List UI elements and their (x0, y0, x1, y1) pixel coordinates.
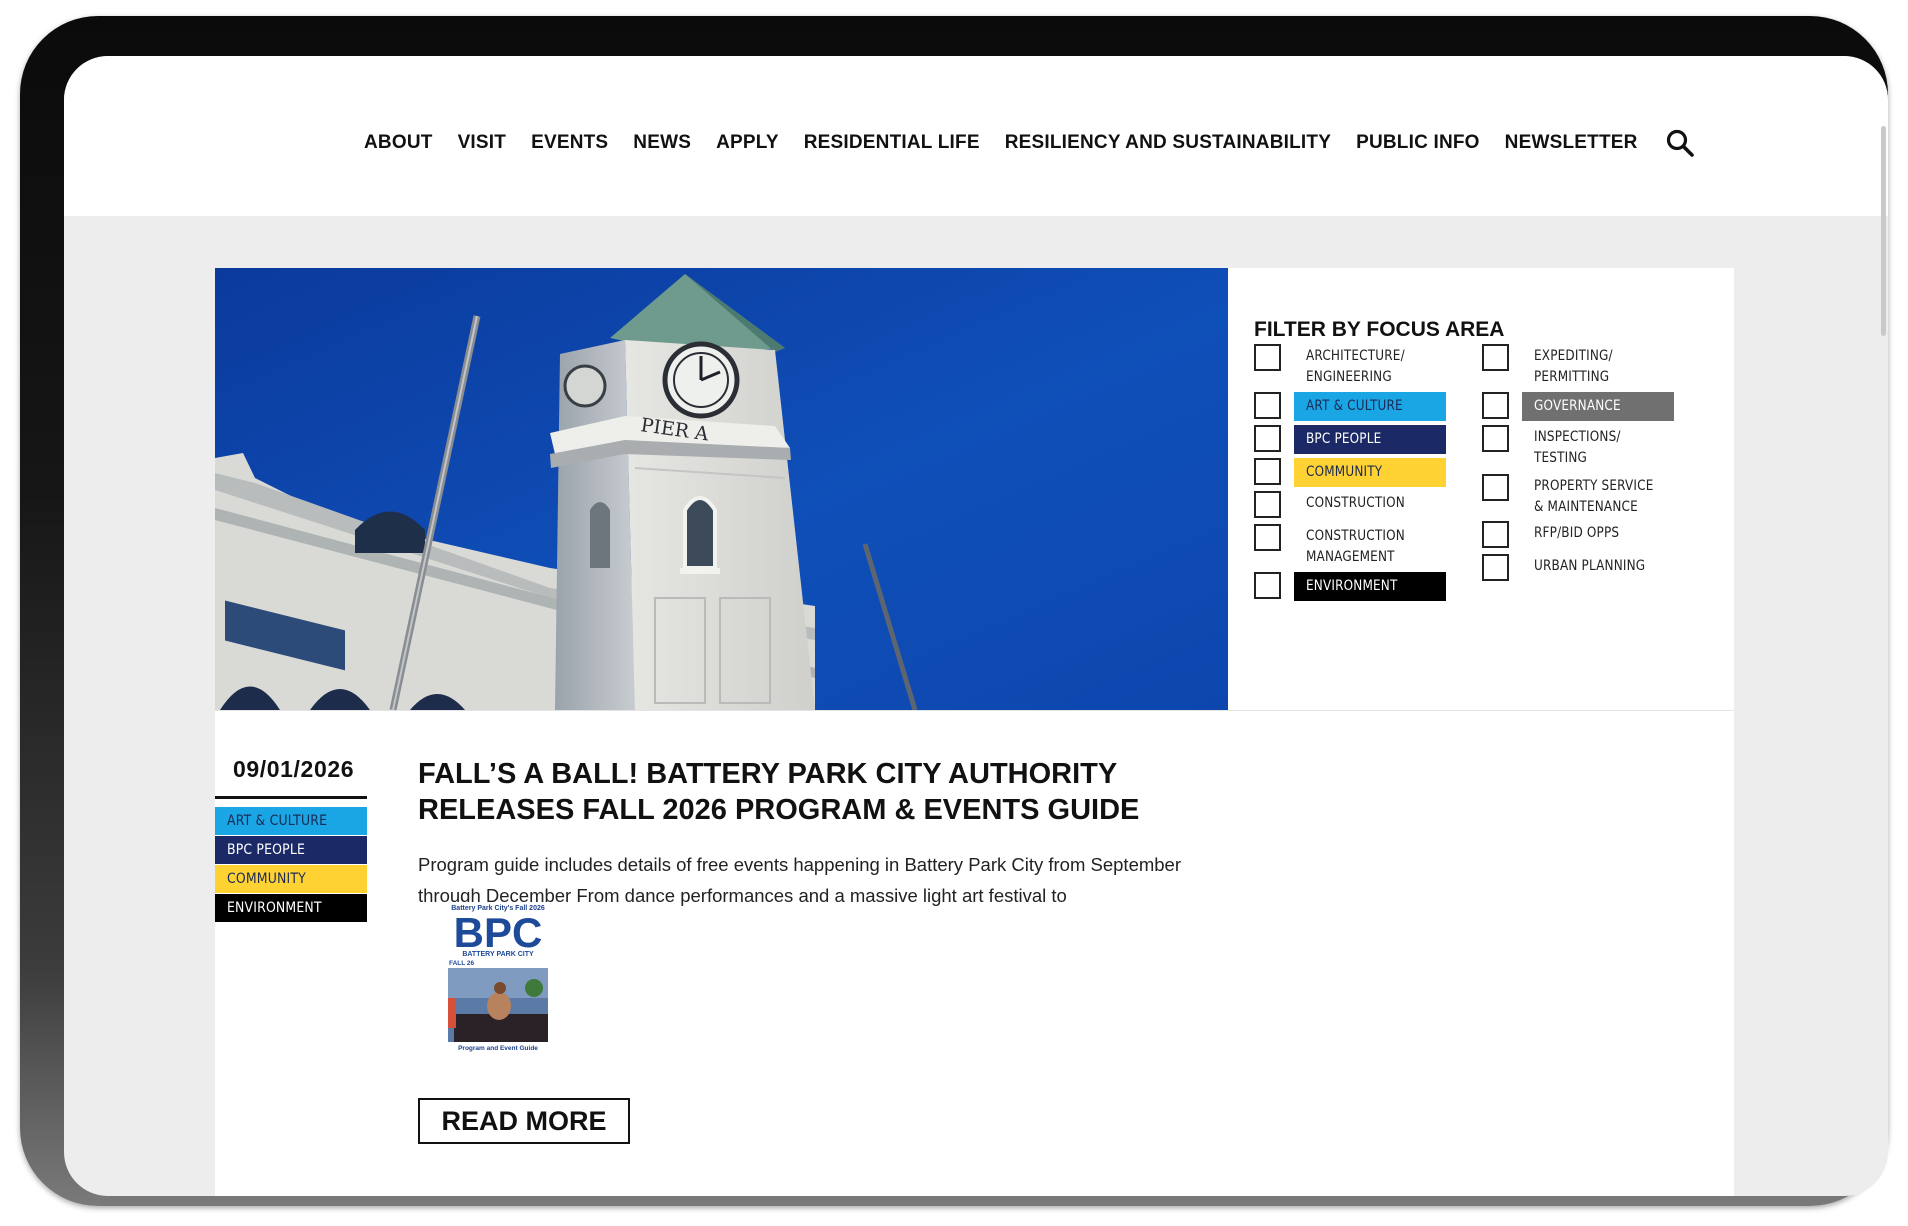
filter-option-right-3[interactable]: PROPERTY SERVICE & MAINTENANCE (1482, 474, 1686, 518)
filter-checkbox[interactable] (1482, 344, 1509, 371)
nav-item-about[interactable]: ABOUT (364, 132, 433, 154)
filter-label-text: COMMUNITY (1306, 464, 1383, 480)
filter-label[interactable]: EXPEDITING/ PERMITTING (1534, 346, 1665, 388)
filter-checkbox[interactable] (1482, 554, 1509, 581)
article-headline[interactable]: FALL’S A BALL! BATTERY PARK CITY AUTHORI… (418, 756, 1238, 828)
filter-checkbox[interactable] (1482, 474, 1509, 501)
guide-season: FALL 26 (449, 960, 475, 967)
filter-option-left-3[interactable]: COMMUNITY (1254, 458, 1446, 487)
filter-chip-label[interactable]: BPC PEOPLE (1294, 425, 1446, 454)
article-tag-label: ENVIRONMENT (227, 900, 322, 916)
filter-checkbox[interactable] (1254, 524, 1281, 551)
device-frame: ABOUT VISIT EVENTS NEWS APPLY RESIDENTIA… (20, 16, 1888, 1206)
nav-item-residential-life[interactable]: RESIDENTIAL LIFE (804, 132, 980, 154)
article-tag[interactable]: ENVIRONMENT (215, 894, 367, 922)
date-underline (215, 796, 367, 799)
main-nav: ABOUT VISIT EVENTS NEWS APPLY RESIDENTIA… (364, 128, 1695, 158)
filter-label[interactable]: CONSTRUCTION MANAGEMENT (1306, 526, 1437, 568)
news-card: PIER A FILTER BY FOCUS AREA ARCHITECTURE… (215, 268, 1734, 1196)
guide-cover-image[interactable]: Battery Park City's Fall 2026 BPC BATTER… (444, 902, 552, 1052)
filter-option-left-6[interactable]: ENVIRONMENT (1254, 572, 1446, 601)
filter-option-left-1[interactable]: ART & CULTURE (1254, 392, 1446, 421)
guide-title: BPC (454, 909, 543, 956)
scrollbar-thumb[interactable] (1881, 126, 1886, 336)
filter-checkbox[interactable] (1482, 425, 1509, 452)
nav-item-newsletter[interactable]: NEWSLETTER (1505, 132, 1638, 154)
filter-label[interactable]: INSPECTIONS/ TESTING (1534, 427, 1665, 469)
read-more-button[interactable]: READ MORE (418, 1098, 630, 1144)
filter-checkbox[interactable] (1254, 458, 1281, 485)
filter-checkbox[interactable] (1482, 521, 1509, 548)
search-icon[interactable] (1665, 128, 1695, 158)
hero-image-pier-a-clock-tower: PIER A (215, 268, 1228, 710)
filter-chip-label[interactable]: ENVIRONMENT (1294, 572, 1446, 601)
filter-option-right-2[interactable]: INSPECTIONS/ TESTING (1482, 425, 1686, 469)
filter-checkbox[interactable] (1254, 344, 1281, 371)
filter-panel: FILTER BY FOCUS AREA ARCHITECTURE/ ENGIN… (1228, 268, 1734, 710)
filter-checkbox[interactable] (1254, 425, 1281, 452)
nav-item-news[interactable]: NEWS (633, 132, 691, 154)
filter-option-right-4[interactable]: RFP/BID OPPS (1482, 521, 1686, 548)
filter-option-right-5[interactable]: URBAN PLANNING (1482, 554, 1686, 581)
nav-item-events[interactable]: EVENTS (531, 132, 608, 154)
filter-title: FILTER BY FOCUS AREA (1254, 318, 1505, 341)
guide-subtitle: BATTERY PARK CITY (462, 951, 534, 958)
filter-label-text: GOVERNANCE (1534, 398, 1621, 414)
browser-screen: ABOUT VISIT EVENTS NEWS APPLY RESIDENTIA… (64, 56, 1888, 1196)
filter-label-text: BPC PEOPLE (1306, 431, 1382, 447)
filter-label[interactable]: PROPERTY SERVICE & MAINTENANCE (1534, 476, 1665, 518)
filter-option-right-1[interactable]: GOVERNANCE (1482, 392, 1674, 421)
filter-label-text: ENVIRONMENT (1306, 578, 1398, 594)
divider (215, 710, 1734, 711)
article-tag-label: COMMUNITY (227, 871, 306, 887)
filter-label-text: ART & CULTURE (1306, 398, 1403, 414)
article-tag[interactable]: BPC PEOPLE (215, 836, 367, 864)
filter-option-left-4[interactable]: CONSTRUCTION (1254, 491, 1458, 518)
nav-item-visit[interactable]: VISIT (458, 132, 507, 154)
filter-checkbox[interactable] (1254, 392, 1281, 419)
filter-option-left-5[interactable]: CONSTRUCTION MANAGEMENT (1254, 524, 1458, 568)
guide-bottom: Program and Event Guide (458, 1045, 538, 1052)
filter-label[interactable]: URBAN PLANNING (1534, 556, 1665, 577)
nav-item-resiliency[interactable]: RESILIENCY AND SUSTAINABILITY (1005, 132, 1331, 154)
filter-option-right-0[interactable]: EXPEDITING/ PERMITTING (1482, 344, 1686, 388)
filter-option-left-2[interactable]: BPC PEOPLE (1254, 425, 1446, 454)
filter-chip-label[interactable]: COMMUNITY (1294, 458, 1446, 487)
article-tag[interactable]: ART & CULTURE (215, 807, 367, 835)
nav-item-public-info[interactable]: PUBLIC INFO (1356, 132, 1480, 154)
article-tag-label: BPC PEOPLE (227, 842, 306, 858)
article-tag[interactable]: COMMUNITY (215, 865, 367, 893)
article-date: 09/01/2026 (233, 756, 355, 782)
filter-checkbox[interactable] (1254, 572, 1281, 599)
filter-checkbox[interactable] (1254, 491, 1281, 518)
filter-chip-label[interactable]: GOVERNANCE (1522, 392, 1674, 421)
filter-checkbox[interactable] (1482, 392, 1509, 419)
filter-chip-label[interactable]: ART & CULTURE (1294, 392, 1446, 421)
site-header: ABOUT VISIT EVENTS NEWS APPLY RESIDENTIA… (64, 56, 1888, 216)
filter-label[interactable]: ARCHITECTURE/ ENGINEERING (1306, 346, 1437, 388)
filter-label[interactable]: RFP/BID OPPS (1534, 523, 1665, 544)
filter-option-left-0[interactable]: ARCHITECTURE/ ENGINEERING (1254, 344, 1458, 388)
filter-label[interactable]: CONSTRUCTION (1306, 493, 1437, 514)
article-tag-label: ART & CULTURE (227, 813, 328, 829)
nav-item-apply[interactable]: APPLY (716, 132, 779, 154)
